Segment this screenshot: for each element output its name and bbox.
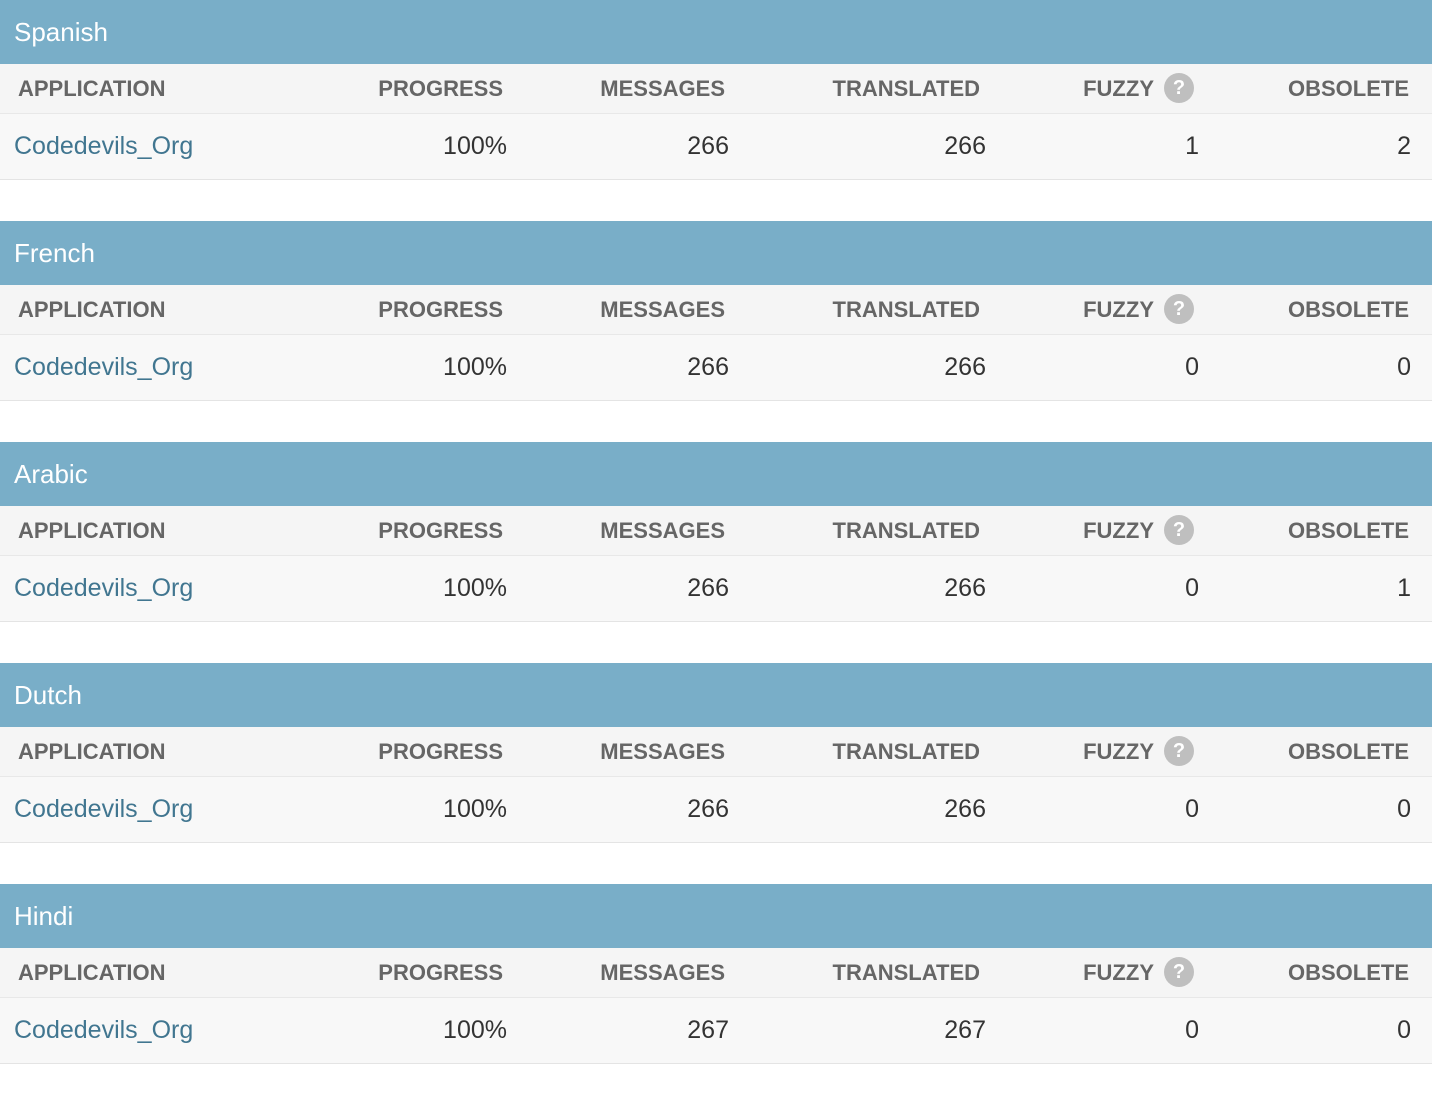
column-header-progress: PROGRESS <box>378 739 503 764</box>
column-header-messages: MESSAGES <box>600 739 725 764</box>
table-row: Codedevils_Org 100% 266 266 0 1 <box>0 556 1432 622</box>
help-icon[interactable]: ? <box>1164 73 1194 104</box>
column-header-messages: MESSAGES <box>600 76 725 101</box>
column-header-messages: MESSAGES <box>600 297 725 322</box>
column-header-progress: PROGRESS <box>378 297 503 322</box>
language-list: Spanish APPLICATION PROGRESS MESSAGES TR… <box>0 0 1432 1105</box>
application-cell: Codedevils_Org <box>14 998 193 1063</box>
column-header-translated: TRANSLATED <box>832 518 980 543</box>
application-cell: Codedevils_Org <box>14 114 193 179</box>
table-row: Codedevils_Org 100% 267 267 0 0 <box>0 998 1432 1064</box>
column-header-fuzzy-label: FUZZY <box>1083 297 1154 322</box>
column-header-obsolete: OBSOLETE <box>1287 297 1409 322</box>
language-section-hindi: Hindi APPLICATION PROGRESS MESSAGES TRAN… <box>0 884 1432 1105</box>
obsolete-cell: 0 <box>1397 1016 1411 1044</box>
table-header-row: APPLICATION PROGRESS MESSAGES TRANSLATED… <box>0 64 1432 114</box>
fuzzy-cell: 0 <box>1185 574 1199 602</box>
language-caption: Arabic <box>0 442 1432 506</box>
messages-cell: 267 <box>687 1016 729 1044</box>
language-caption: Hindi <box>0 884 1432 948</box>
column-header-translated: TRANSLATED <box>832 76 980 101</box>
column-header-translated: TRANSLATED <box>832 297 980 322</box>
progress-cell: 100% <box>443 132 507 160</box>
table-header-row: APPLICATION PROGRESS MESSAGES TRANSLATED… <box>0 285 1432 335</box>
application-cell: Codedevils_Org <box>14 335 193 400</box>
help-icon[interactable]: ? <box>1164 515 1194 546</box>
column-header-progress: PROGRESS <box>378 518 503 543</box>
language-caption: French <box>0 221 1432 285</box>
fuzzy-cell: 0 <box>1185 795 1199 823</box>
application-link[interactable]: Codedevils_Org <box>14 353 193 381</box>
table-row: Codedevils_Org 100% 266 266 0 0 <box>0 335 1432 401</box>
column-header-messages: MESSAGES <box>600 518 725 543</box>
table-header-row: APPLICATION PROGRESS MESSAGES TRANSLATED… <box>0 506 1432 556</box>
column-header-translated: TRANSLATED <box>832 960 980 985</box>
column-header-obsolete: OBSOLETE <box>1287 960 1409 985</box>
translated-cell: 266 <box>944 132 986 160</box>
translated-cell: 266 <box>944 353 986 381</box>
help-icon[interactable]: ? <box>1164 957 1194 988</box>
column-header-translated: TRANSLATED <box>832 739 980 764</box>
column-header-fuzzy-label: FUZZY <box>1083 960 1154 985</box>
messages-cell: 266 <box>687 353 729 381</box>
column-header-fuzzy: FUZZY? <box>1083 64 1194 114</box>
translated-cell: 267 <box>944 1016 986 1044</box>
progress-cell: 100% <box>443 795 507 823</box>
column-header-fuzzy-label: FUZZY <box>1083 518 1154 543</box>
table-header-row: APPLICATION PROGRESS MESSAGES TRANSLATED… <box>0 948 1432 998</box>
messages-cell: 266 <box>687 574 729 602</box>
messages-cell: 266 <box>687 795 729 823</box>
translated-cell: 266 <box>944 574 986 602</box>
help-icon[interactable]: ? <box>1164 736 1194 767</box>
column-header-application: APPLICATION <box>18 297 166 322</box>
application-link[interactable]: Codedevils_Org <box>14 574 193 602</box>
obsolete-cell: 1 <box>1397 574 1411 602</box>
column-header-fuzzy: FUZZY? <box>1083 948 1194 998</box>
obsolete-cell: 2 <box>1397 132 1411 160</box>
column-header-progress: PROGRESS <box>378 76 503 101</box>
translated-cell: 266 <box>944 795 986 823</box>
table-row: Codedevils_Org 100% 266 266 1 2 <box>0 114 1432 180</box>
language-caption: Dutch <box>0 663 1432 727</box>
column-header-obsolete: OBSOLETE <box>1287 518 1409 543</box>
column-header-messages: MESSAGES <box>600 960 725 985</box>
application-cell: Codedevils_Org <box>14 777 193 842</box>
progress-cell: 100% <box>443 1016 507 1044</box>
column-header-obsolete: OBSOLETE <box>1287 739 1409 764</box>
column-header-application: APPLICATION <box>18 76 166 101</box>
help-icon[interactable]: ? <box>1164 294 1194 325</box>
language-section-french: French APPLICATION PROGRESS MESSAGES TRA… <box>0 221 1432 442</box>
language-section-arabic: Arabic APPLICATION PROGRESS MESSAGES TRA… <box>0 442 1432 663</box>
fuzzy-cell: 1 <box>1185 132 1199 160</box>
column-header-obsolete: OBSOLETE <box>1287 76 1409 101</box>
application-cell: Codedevils_Org <box>14 556 193 621</box>
obsolete-cell: 0 <box>1397 353 1411 381</box>
column-header-progress: PROGRESS <box>378 960 503 985</box>
column-header-fuzzy-label: FUZZY <box>1083 739 1154 764</box>
progress-cell: 100% <box>443 574 507 602</box>
messages-cell: 266 <box>687 132 729 160</box>
application-link[interactable]: Codedevils_Org <box>14 1016 193 1044</box>
column-header-fuzzy: FUZZY? <box>1083 506 1194 556</box>
table-row: Codedevils_Org 100% 266 266 0 0 <box>0 777 1432 843</box>
column-header-fuzzy: FUZZY? <box>1083 727 1194 777</box>
column-header-application: APPLICATION <box>18 739 166 764</box>
language-section-spanish: Spanish APPLICATION PROGRESS MESSAGES TR… <box>0 0 1432 221</box>
fuzzy-cell: 0 <box>1185 353 1199 381</box>
column-header-fuzzy: FUZZY? <box>1083 285 1194 335</box>
application-link[interactable]: Codedevils_Org <box>14 795 193 823</box>
fuzzy-cell: 0 <box>1185 1016 1199 1044</box>
application-link[interactable]: Codedevils_Org <box>14 132 193 160</box>
column-header-fuzzy-label: FUZZY <box>1083 76 1154 101</box>
language-caption: Spanish <box>0 0 1432 64</box>
language-section-dutch: Dutch APPLICATION PROGRESS MESSAGES TRAN… <box>0 663 1432 884</box>
column-header-application: APPLICATION <box>18 960 166 985</box>
column-header-application: APPLICATION <box>18 518 166 543</box>
table-header-row: APPLICATION PROGRESS MESSAGES TRANSLATED… <box>0 727 1432 777</box>
progress-cell: 100% <box>443 353 507 381</box>
obsolete-cell: 0 <box>1397 795 1411 823</box>
